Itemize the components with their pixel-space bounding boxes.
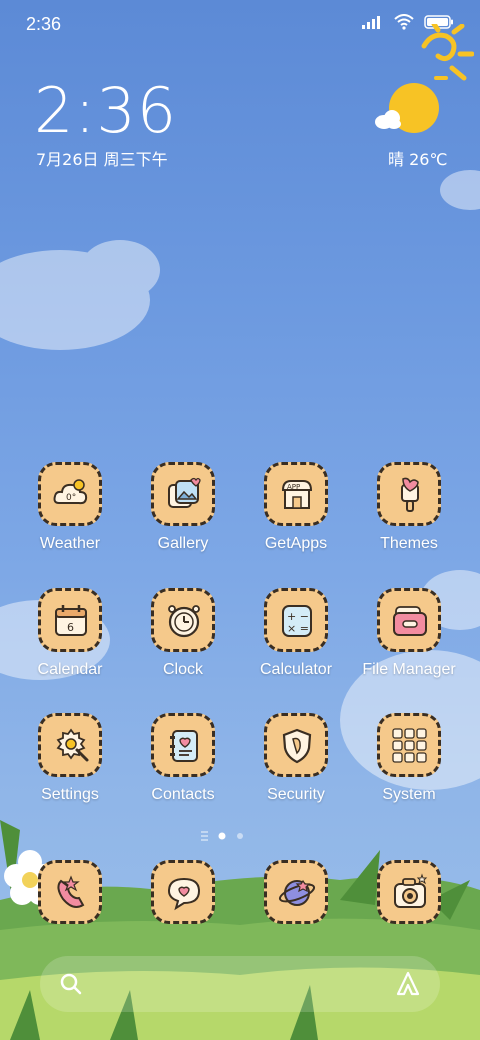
weather-summary[interactable]: 晴 26℃ <box>388 146 447 170</box>
search-bar[interactable] <box>40 956 440 1012</box>
app-calendar[interactable]: 6 Calendar <box>14 588 126 698</box>
app-store-icon: APP <box>281 480 313 509</box>
sun-rays-decoration <box>421 24 474 81</box>
search-icon[interactable] <box>58 971 84 997</box>
app-clock[interactable]: Clock <box>127 588 239 698</box>
status-time: 2:36 <box>26 14 62 34</box>
page-indicator[interactable] <box>196 829 286 843</box>
app-label: GetApps <box>264 535 328 552</box>
app-label: Security <box>267 786 325 803</box>
gallery-photos-icon <box>168 477 201 508</box>
dock-phone[interactable] <box>14 860 126 970</box>
dock-camera[interactable] <box>353 860 465 970</box>
app-calculator[interactable]: + − × = Calculator <box>240 588 352 698</box>
svg-text:APP: APP <box>287 483 300 491</box>
contacts-book-icon <box>170 730 198 762</box>
app-file-manager[interactable]: File Manager <box>353 588 465 698</box>
phone-icon <box>57 875 85 908</box>
app-label: System <box>382 786 436 803</box>
home-date[interactable]: 7月26日 周三下午 <box>36 146 168 170</box>
app-label: Calculator <box>259 661 333 678</box>
calendar-icon: 6 <box>55 605 87 636</box>
app-weather[interactable]: 0° Weather <box>14 462 126 572</box>
app-label: Clock <box>162 661 203 678</box>
dock-browser[interactable] <box>240 860 352 970</box>
browser-planet-icon <box>278 879 316 906</box>
app-label: Contacts <box>151 786 215 803</box>
weather-cloud-icon: 0° <box>53 479 88 505</box>
security-shield-icon <box>282 728 312 764</box>
app-label: Themes <box>380 535 438 552</box>
app-label: File Manager <box>362 661 456 678</box>
folder-icon <box>393 606 427 636</box>
svg-text:6: 6 <box>67 621 74 634</box>
signal-icon <box>362 16 380 29</box>
app-contacts[interactable]: Contacts <box>127 713 239 823</box>
settings-gear-wrench-icon <box>56 728 89 762</box>
home-clock[interactable]: 2:36 <box>34 74 177 147</box>
page-dot <box>237 833 243 839</box>
app-gallery[interactable]: Gallery <box>127 462 239 572</box>
system-folder-icon <box>392 728 427 763</box>
app-label: Weather <box>39 535 101 552</box>
svg-text:0°: 0° <box>66 493 76 503</box>
themes-brush-icon <box>401 477 419 512</box>
calculator-icon: + − × = <box>282 605 312 637</box>
dock-messages[interactable] <box>127 860 239 970</box>
app-label: Settings <box>41 786 99 803</box>
page-dot-active <box>218 832 226 840</box>
messages-bubble-icon <box>167 877 201 911</box>
clock-icon <box>168 605 200 638</box>
assistant-icon[interactable] <box>394 970 422 998</box>
app-settings[interactable]: Settings <box>14 713 126 823</box>
app-label: Gallery <box>157 535 209 552</box>
camera-icon <box>394 873 428 908</box>
svg-text:× =: × = <box>287 622 309 635</box>
app-getapps[interactable]: APP GetApps <box>240 462 352 572</box>
app-label: Calendar <box>37 661 103 678</box>
app-system[interactable]: System <box>353 713 465 823</box>
app-security[interactable]: Security <box>240 713 352 823</box>
app-themes[interactable]: Themes <box>353 462 465 572</box>
page-indicator-menu-icon <box>201 831 208 841</box>
